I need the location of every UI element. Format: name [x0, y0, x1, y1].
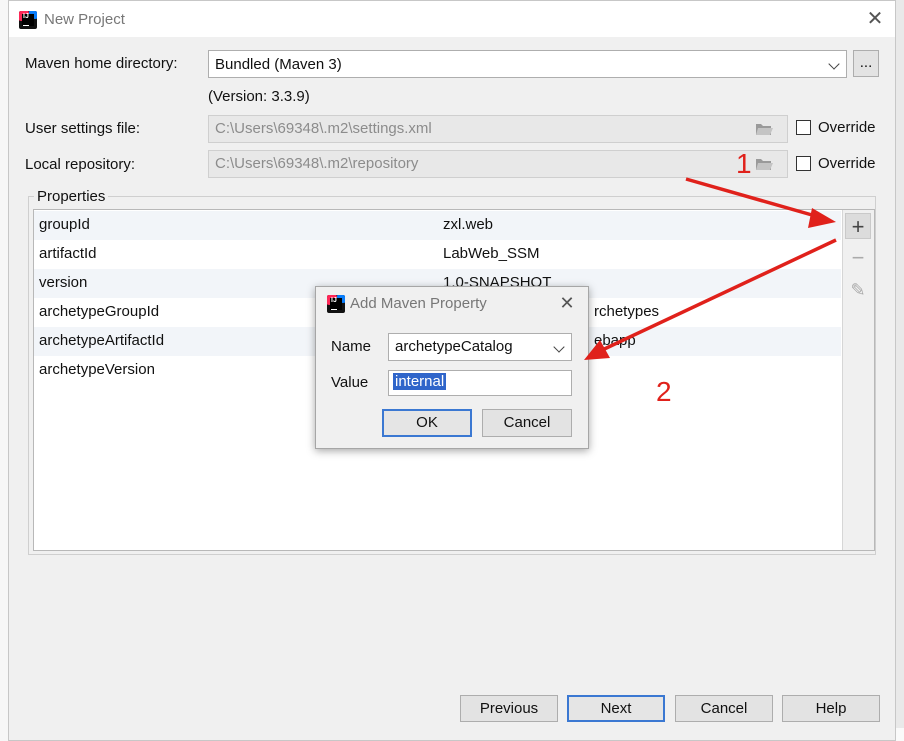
maven-home-value: Bundled (Maven 3) — [215, 56, 342, 73]
local-repo-override-label: Override — [818, 155, 876, 172]
user-settings-label: User settings file: — [25, 120, 141, 137]
pencil-icon[interactable]: ✎ — [845, 277, 871, 303]
plus-icon[interactable]: + — [845, 213, 871, 239]
property-value: LabWeb_SSM — [443, 245, 540, 262]
annotation-label-1: 1 — [736, 148, 752, 179]
intellij-logo-icon: IJ — [19, 11, 37, 29]
folder-open-icon — [756, 124, 773, 135]
cancel-button[interactable]: Cancel — [675, 695, 773, 722]
property-key: archetypeArtifactId — [39, 332, 165, 349]
ok-button[interactable]: OK — [382, 409, 472, 437]
minus-icon[interactable]: − — [845, 245, 871, 271]
local-repo-label: Local repository: — [25, 156, 136, 173]
close-icon[interactable]: ✕ — [556, 293, 578, 315]
name-label: Name — [331, 338, 372, 355]
local-repo-override-checkbox[interactable] — [796, 156, 811, 171]
user-settings-override-checkbox[interactable] — [796, 120, 811, 135]
name-select[interactable]: archetypeCatalog — [388, 333, 572, 361]
property-key: archetypeVersion — [39, 361, 155, 378]
value-input-text: internal — [393, 373, 447, 390]
table-row[interactable]: groupId zxl.web — [34, 211, 841, 240]
window-title: New Project — [44, 11, 125, 28]
properties-toolbar: + − ✎ — [842, 210, 874, 550]
property-value: rchetypes — [594, 303, 660, 320]
user-settings-override-label: Override — [818, 119, 876, 136]
properties-title: Properties — [34, 188, 109, 205]
user-settings-field: C:\Users\69348\.m2\settings.xml — [208, 115, 788, 143]
intellij-logo-icon: IJ — [327, 295, 345, 313]
close-icon[interactable]: ✕ — [863, 9, 887, 31]
folder-open-icon — [756, 159, 773, 170]
value-input[interactable]: internal — [388, 370, 572, 396]
help-button[interactable]: Help — [782, 695, 880, 722]
user-settings-value: C:\Users\69348\.m2\settings.xml — [215, 120, 432, 137]
dialog-title: Add Maven Property — [350, 295, 487, 312]
name-value: archetypeCatalog — [395, 338, 513, 355]
chevron-down-icon — [553, 341, 565, 353]
property-value: ebapp — [594, 332, 636, 349]
value-label: Value — [331, 374, 369, 391]
next-button[interactable]: Next — [567, 695, 665, 722]
chevron-down-icon — [828, 58, 840, 70]
maven-home-select[interactable]: Bundled (Maven 3) — [208, 50, 847, 78]
property-key: groupId — [39, 216, 90, 233]
dialog-cancel-button[interactable]: Cancel — [482, 409, 572, 437]
title-bar: IJ New Project ✕ — [9, 1, 895, 37]
table-row[interactable]: artifactId LabWeb_SSM — [34, 240, 841, 269]
maven-version-text: (Version: 3.3.9) — [208, 88, 310, 105]
property-value: zxl.web — [443, 216, 494, 233]
add-maven-property-dialog: IJ Add Maven Property ✕ Name archetypeCa… — [315, 286, 589, 449]
property-key: version — [39, 274, 88, 291]
annotation-label-2: 2 — [656, 376, 672, 407]
maven-home-label: Maven home directory: — [25, 55, 178, 72]
local-repo-value: C:\Users\69348\.m2\repository — [215, 155, 419, 172]
property-key: archetypeGroupId — [39, 303, 160, 320]
previous-button[interactable]: Previous — [460, 695, 558, 722]
background-ide-left — [0, 0, 8, 741]
local-repo-field: C:\Users\69348\.m2\repository — [208, 150, 788, 178]
maven-home-browse-button[interactable]: ... — [853, 50, 879, 77]
property-key: artifactId — [39, 245, 97, 262]
